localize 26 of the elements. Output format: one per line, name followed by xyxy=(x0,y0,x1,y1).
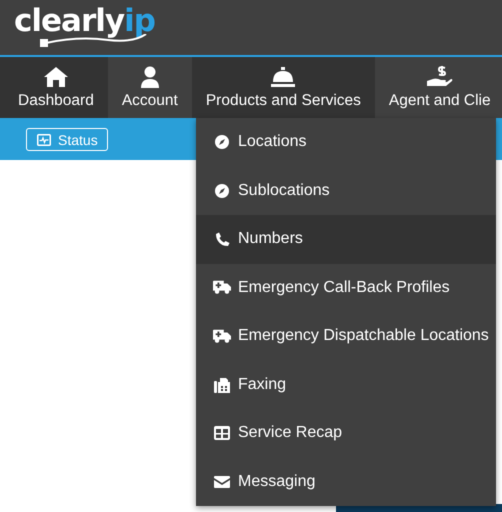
home-icon xyxy=(42,66,69,88)
hand-money-icon xyxy=(426,64,453,88)
nav-tab[interactable]: Products and Services xyxy=(192,57,375,118)
user-icon xyxy=(140,66,160,88)
menu-item[interactable]: Faxing xyxy=(196,360,496,409)
menu-item[interactable]: Emergency Call-Back Profiles xyxy=(196,264,496,312)
menu-item[interactable]: Messaging xyxy=(196,458,496,506)
menu-item[interactable]: Locations xyxy=(196,118,496,166)
nav-tab[interactable]: Account xyxy=(108,57,192,118)
envelope-icon xyxy=(214,476,230,488)
nav-tab[interactable]: Dashboard xyxy=(0,57,108,118)
service-bell-icon xyxy=(271,66,296,88)
nav-tab[interactable]: Agent and Clie xyxy=(374,57,502,118)
menu-item[interactable]: Numbers xyxy=(196,215,496,264)
ambulance-icon xyxy=(213,280,231,296)
logo: clearlyip xyxy=(14,4,155,38)
menu-item[interactable]: Service Recap xyxy=(196,409,496,458)
compass-icon xyxy=(215,135,229,150)
table-icon xyxy=(214,426,230,440)
phone-icon xyxy=(214,232,230,247)
fax-icon xyxy=(214,376,230,393)
menu-item[interactable]: Emergency Dispatchable Locations xyxy=(196,312,496,360)
pulse-icon xyxy=(37,134,51,146)
compass-icon xyxy=(215,184,229,198)
ambulance-icon xyxy=(213,328,231,344)
menu-item[interactable]: Sublocations xyxy=(196,166,496,215)
